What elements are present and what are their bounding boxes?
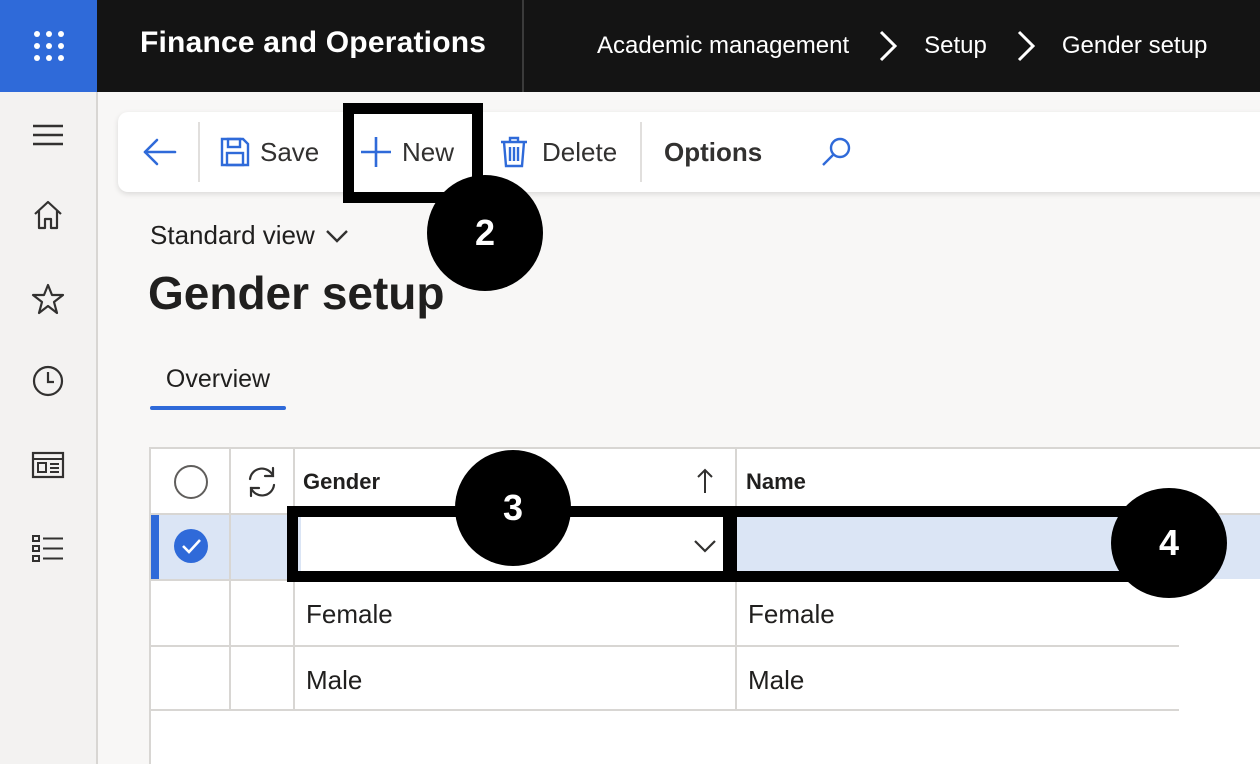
delete-button[interactable]: Delete xyxy=(500,112,617,192)
hamburger-icon[interactable] xyxy=(31,118,65,152)
row-divider xyxy=(151,709,1179,711)
app-title[interactable]: Finance and Operations xyxy=(140,26,486,60)
save-icon xyxy=(220,137,250,167)
breadcrumb-item-gender-setup: Gender setup xyxy=(1061,32,1208,59)
column-header-gender[interactable]: Gender xyxy=(303,469,380,495)
list-icon[interactable] xyxy=(31,532,65,566)
cell-name[interactable]: Female xyxy=(748,599,835,630)
chevron-down-icon xyxy=(325,229,348,243)
cell-gender[interactable]: Female xyxy=(306,599,393,630)
tab-overview[interactable]: Overview xyxy=(150,365,286,394)
chevron-right-icon xyxy=(1015,29,1037,63)
highlight-name-field xyxy=(723,506,1143,582)
delete-label: Delete xyxy=(542,136,618,167)
back-button[interactable] xyxy=(142,112,178,192)
workspace-icon[interactable] xyxy=(31,448,65,482)
clock-icon[interactable] xyxy=(31,364,65,398)
options-button[interactable]: Options xyxy=(664,112,762,192)
title-divider xyxy=(522,0,524,92)
row-checkbox-checked[interactable] xyxy=(173,528,209,569)
selected-row-indicator xyxy=(151,513,159,579)
breadcrumb-item-setup[interactable]: Setup xyxy=(924,32,987,60)
chevron-right-icon xyxy=(877,29,899,63)
select-all-checkbox[interactable] xyxy=(173,464,209,505)
sort-ascending-icon[interactable] xyxy=(695,467,715,500)
step-marker-3: 3 xyxy=(455,450,571,566)
save-label: Save xyxy=(260,136,320,167)
view-selector-label: Standard view xyxy=(150,220,315,250)
search-button[interactable] xyxy=(820,112,852,192)
step-marker-4: 4 xyxy=(1111,488,1227,598)
row-divider xyxy=(151,645,1179,647)
back-arrow-icon xyxy=(143,138,177,166)
toolbar-divider xyxy=(640,122,642,182)
command-bar: Save New Delete Options xyxy=(118,112,1260,192)
home-icon[interactable] xyxy=(31,198,65,232)
save-button[interactable]: Save xyxy=(220,112,319,192)
cell-gender[interactable]: Male xyxy=(306,665,362,696)
star-icon[interactable] xyxy=(31,282,65,316)
refresh-icon[interactable] xyxy=(245,465,279,504)
toolbar-divider xyxy=(198,122,200,182)
left-navigation xyxy=(0,92,98,764)
view-selector[interactable]: Standard view xyxy=(150,220,349,251)
search-icon xyxy=(822,137,851,166)
tab-active-indicator xyxy=(150,406,286,410)
data-grid: Gender Name Female Female Male Male xyxy=(149,447,1260,764)
breadcrumb: Academic management Setup Gender setup xyxy=(597,0,1207,92)
trash-icon xyxy=(501,136,527,168)
column-header-name[interactable]: Name xyxy=(746,469,806,495)
cell-name[interactable]: Male xyxy=(748,665,804,696)
waffle-icon xyxy=(33,31,64,61)
page-title: Gender setup xyxy=(148,267,445,319)
top-bar: Finance and Operations Academic manageme… xyxy=(0,0,1260,92)
breadcrumb-item-academic-management[interactable]: Academic management xyxy=(597,32,849,60)
app-launcher-button[interactable] xyxy=(0,0,97,92)
options-label: Options xyxy=(664,136,763,167)
